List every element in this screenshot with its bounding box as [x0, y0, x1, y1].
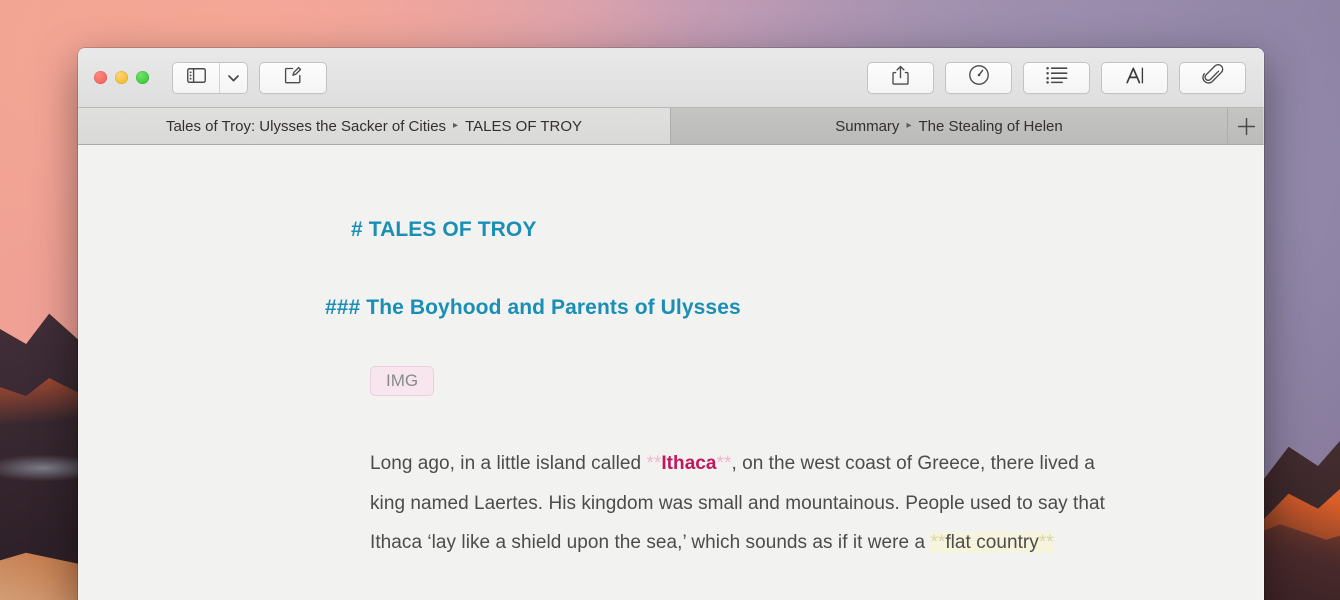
- breadcrumb-root: Summary: [835, 117, 900, 135]
- breadcrumb-leaf: TALES OF TROY: [465, 117, 583, 135]
- heading-level-1: # TALES OF TROY: [351, 218, 537, 241]
- outline-button[interactable]: [1023, 61, 1090, 94]
- breadcrumb-separator-icon: ▸: [453, 119, 459, 131]
- bold-emphasis-flat-country: flat country: [945, 532, 1039, 553]
- plus-icon: [1237, 117, 1256, 136]
- app-window: Tales of Troy: Ulysses the Sacker of Cit…: [78, 48, 1264, 600]
- text-format-icon: [1124, 65, 1146, 91]
- markdown-editor[interactable]: # TALES OF TROY ### The Boyhood and Pare…: [78, 145, 1264, 600]
- breadcrumb-root: Tales of Troy: Ulysses the Sacker of Cit…: [165, 117, 447, 135]
- bold-emphasis-ithaca: Ithaca: [661, 453, 717, 474]
- image-placeholder-row: IMG: [291, 366, 1061, 444]
- compose-icon: [283, 65, 303, 90]
- close-button[interactable]: [94, 71, 107, 84]
- sidebar-control-group: [172, 61, 248, 94]
- breadcrumb-leaf: The Stealing of Helen: [918, 117, 1063, 135]
- sidebar-options-button[interactable]: [219, 62, 247, 93]
- paperclip-icon: [1201, 64, 1224, 91]
- maximize-button[interactable]: [136, 71, 149, 84]
- list-icon: [1045, 66, 1068, 89]
- compose-button[interactable]: [259, 61, 327, 94]
- new-tab-button[interactable]: [1228, 108, 1264, 144]
- share-button[interactable]: [867, 61, 934, 94]
- sidebar-icon: [186, 67, 206, 88]
- paragraph-text-segment-1: Long ago, in a little island called: [370, 453, 647, 474]
- markdown-bold-open-marker: **: [646, 453, 662, 474]
- minimize-button[interactable]: [115, 71, 128, 84]
- breadcrumb-separator-icon: ▸: [906, 119, 912, 131]
- markdown-bold-close-marker: **: [716, 453, 732, 474]
- chevron-down-icon: [228, 69, 239, 87]
- tab-bar: Tales of Troy: Ulysses the Sacker of Cit…: [78, 108, 1264, 145]
- typography-button[interactable]: [1101, 61, 1168, 94]
- tab-tales-of-troy[interactable]: Tales of Troy: Ulysses the Sacker of Cit…: [78, 108, 671, 144]
- window-controls: [94, 71, 149, 84]
- toolbar-right-group: [867, 61, 1246, 94]
- share-icon: [891, 65, 910, 91]
- image-placeholder-badge[interactable]: IMG: [370, 366, 435, 396]
- sidebar-toggle-button[interactable]: [173, 63, 219, 93]
- attachments-button[interactable]: [1179, 61, 1246, 94]
- tab-summary[interactable]: Summary ▸ The Stealing of Helen: [671, 108, 1228, 144]
- document-body: # TALES OF TROY ### The Boyhood and Pare…: [291, 218, 1105, 563]
- statistics-button[interactable]: [945, 61, 1012, 94]
- body-paragraph: Long ago, in a little island called **It…: [370, 444, 1130, 563]
- window-titlebar: [78, 48, 1264, 108]
- markdown-bold-close-marker: **: [1038, 532, 1054, 553]
- heading-level-3: ### The Boyhood and Parents of Ulysses: [325, 296, 741, 319]
- highlighted-bold-flat-country: **flat country**: [930, 532, 1054, 553]
- gauge-icon: [968, 64, 990, 91]
- markdown-bold-open-marker: **: [930, 532, 946, 553]
